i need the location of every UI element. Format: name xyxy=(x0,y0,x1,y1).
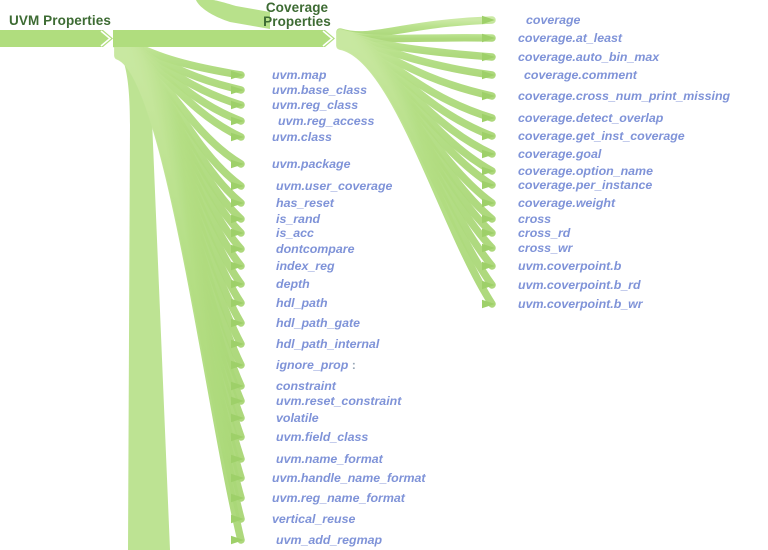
leaf-label-text: uvm.package xyxy=(272,157,351,171)
leaf-label[interactable]: uvm.map xyxy=(272,69,326,82)
leaf-label[interactable]: coverage.comment xyxy=(524,69,637,82)
header-coverage-line1: Coverage xyxy=(265,0,329,15)
leaf-label[interactable]: uvm.reg_access xyxy=(278,115,374,128)
leaf-label-text: uvm.coverpoint.b_wr xyxy=(518,297,643,311)
leaf-label-text: uvm_add_regmap xyxy=(276,533,383,547)
leaf-label-text: volatile xyxy=(276,411,319,425)
leaf-label-text: coverage xyxy=(526,13,581,27)
leaf-label[interactable]: uvm.user_coverage xyxy=(276,180,392,193)
leaf-label-text: uvm.reg_access xyxy=(278,114,375,128)
leaf-label-text: cross_rd xyxy=(518,226,571,240)
leaf-label-text: coverage.detect_overlap xyxy=(518,111,664,125)
leaf-label[interactable]: coverage.detect_overlap xyxy=(518,112,663,125)
leaf-label[interactable]: depth xyxy=(276,278,310,291)
leaf-label-text: uvm.reset_constraint xyxy=(276,394,402,408)
leaf-label[interactable]: cross_rd xyxy=(518,227,570,240)
leaf-label-text: vertical_reuse xyxy=(272,512,356,526)
leaf-label[interactable]: uvm.reg_class xyxy=(272,99,358,112)
leaf-label[interactable]: coverage.option_name xyxy=(518,165,653,178)
leaf-label[interactable]: has_reset xyxy=(276,197,334,210)
leaf-label[interactable]: constraint xyxy=(276,380,336,393)
leaf-label-text: has_reset xyxy=(276,196,334,210)
header-uvm-properties: UVM Properties xyxy=(9,13,111,28)
diagram-canvas: UVM Properties Coverage Properties uvm.m… xyxy=(0,0,768,550)
leaf-label-text: coverage.get_inst_coverage xyxy=(518,129,685,143)
leaf-label-text: is_acc xyxy=(276,226,314,240)
leaf-label[interactable]: hdl_path_internal xyxy=(276,338,379,351)
leaf-label-text: coverage.goal xyxy=(518,147,602,161)
leaf-label[interactable]: volatile xyxy=(276,412,319,425)
leaf-label-text: coverage.cross_num_print_missing xyxy=(518,89,731,103)
leaf-label[interactable]: is_acc xyxy=(276,227,314,240)
leaf-label[interactable]: uvm.reset_constraint xyxy=(276,395,401,408)
leaf-label-text: uvm.coverpoint.b_rd xyxy=(518,278,641,292)
leaf-label-text: constraint xyxy=(276,379,336,393)
leaf-label[interactable]: coverage.per_instance xyxy=(518,179,652,192)
leaf-label[interactable]: coverage.at_least xyxy=(518,32,622,45)
leaf-label-text: coverage.option_name xyxy=(518,164,653,178)
leaf-label[interactable]: uvm.reg_name_format xyxy=(272,492,405,505)
leaf-label[interactable]: coverage.get_inst_coverage xyxy=(518,130,685,143)
leaf-label[interactable]: vertical_reuse xyxy=(272,513,355,526)
node-bar-shape xyxy=(113,30,335,47)
leaf-label-text: coverage.per_instance xyxy=(518,178,653,192)
leaf-label[interactable]: uvm_add_regmap xyxy=(276,534,382,547)
leaf-label-text: hdl_path xyxy=(276,296,328,310)
leaf-label[interactable]: coverage.goal xyxy=(518,148,601,161)
header-coverage-line2: Properties xyxy=(263,14,331,29)
leaf-label[interactable]: uvm.handle_name_format xyxy=(272,472,426,485)
leaf-label[interactable]: coverage.weight xyxy=(518,197,615,210)
leaf-label[interactable]: cross_wr xyxy=(518,242,572,255)
leaf-label[interactable]: dontcompare xyxy=(276,243,354,256)
leaf-label-text: uvm.map xyxy=(272,68,327,82)
leaf-label-text: is_rand xyxy=(276,212,321,226)
leaf-label-text: uvm.coverpoint.b xyxy=(518,259,622,273)
leaf-label-text: uvm.reg_class xyxy=(272,98,359,112)
leaf-label[interactable]: uvm.coverpoint.b_rd xyxy=(518,279,641,292)
leaf-label-text: ignore_prop xyxy=(276,358,349,372)
leaf-label-text: coverage.comment xyxy=(524,68,637,82)
ribbon xyxy=(336,16,496,39)
header-coverage-properties: Coverage Properties xyxy=(257,1,337,29)
leaf-label[interactable]: uvm.field_class xyxy=(276,431,368,444)
leaf-label[interactable]: coverage.cross_num_print_missing xyxy=(518,90,730,103)
leaf-label-text: hdl_path_gate xyxy=(276,316,360,330)
leaf-label[interactable]: cross xyxy=(518,213,551,226)
leaf-label[interactable]: is_rand xyxy=(276,213,320,226)
leaf-label-text: uvm.name_format xyxy=(276,452,383,466)
node-bar-shape xyxy=(0,30,113,47)
leaf-label[interactable]: ignore_prop : xyxy=(276,359,356,372)
leaf-label[interactable]: uvm.coverpoint.b xyxy=(518,260,621,273)
leaf-label-text: depth xyxy=(276,277,310,291)
leaf-label[interactable]: hdl_path_gate xyxy=(276,317,360,330)
node-bar[interactable] xyxy=(0,30,113,47)
leaf-label[interactable]: coverage.auto_bin_max xyxy=(518,51,659,64)
leaf-label-text: coverage.at_least xyxy=(518,31,623,45)
leaf-label[interactable]: index_reg xyxy=(276,260,335,273)
leaf-label[interactable]: uvm.class xyxy=(272,131,332,144)
leaf-label-suffix: : xyxy=(348,358,356,372)
leaf-label[interactable]: uvm.coverpoint.b_wr xyxy=(518,298,643,311)
leaf-label-text: coverage.weight xyxy=(518,196,616,210)
leaf-label-text: dontcompare xyxy=(276,242,355,256)
leaf-label[interactable]: coverage xyxy=(526,14,580,27)
leaf-label[interactable]: uvm.name_format xyxy=(276,453,383,466)
leaf-label-text: index_reg xyxy=(276,259,335,273)
leaf-label-text: hdl_path_internal xyxy=(276,337,380,351)
leaf-label-text: cross_wr xyxy=(518,241,573,255)
leaf-label[interactable]: uvm.base_class xyxy=(272,84,367,97)
leaf-label-text: cross xyxy=(518,212,552,226)
leaf-label-text: uvm.reg_name_format xyxy=(272,491,405,505)
leaf-label-text: uvm.handle_name_format xyxy=(272,471,426,485)
leaf-label-text: uvm.class xyxy=(272,130,332,144)
node-bar[interactable] xyxy=(113,30,335,47)
node-bar-group xyxy=(0,30,335,47)
leaf-label-text: uvm.field_class xyxy=(276,430,369,444)
leaf-label-text: coverage.auto_bin_max xyxy=(518,50,660,64)
leaf-label-text: uvm.user_coverage xyxy=(276,179,393,193)
leaf-label-text: uvm.base_class xyxy=(272,83,368,97)
leaf-label[interactable]: hdl_path xyxy=(276,297,328,310)
leaf-label[interactable]: uvm.package xyxy=(272,158,351,171)
sankey-flow-svg xyxy=(0,0,496,550)
